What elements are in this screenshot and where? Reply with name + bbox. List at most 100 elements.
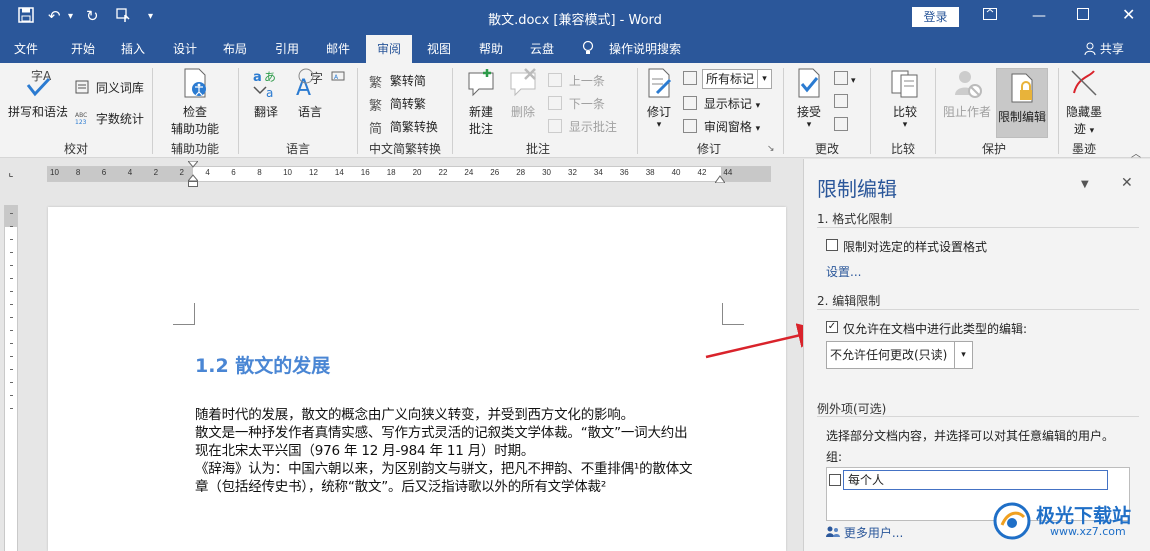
tab-help[interactable]: 帮助 (470, 35, 512, 63)
ruler-tick (10, 226, 13, 227)
tab-layout[interactable]: 布局 (214, 35, 256, 63)
language-button[interactable]: A字 语言 (290, 67, 330, 120)
paragraph-line[interactable]: 散文是一种抒发作者真情实感、写作方式灵活的记叙类文学体裁。“散文”一词大约出 (195, 421, 688, 441)
thesaurus-button[interactable]: 同义词库 (75, 79, 144, 96)
tab-cloud[interactable]: 云盘 (521, 35, 563, 63)
restrict-editing-button[interactable]: 限制编辑 (996, 68, 1048, 138)
ruler-number: 12 (309, 168, 318, 177)
simp-to-trad-icon: 繁 (369, 99, 383, 114)
tab-insert[interactable]: 插入 (112, 35, 154, 63)
chinese-convert-button[interactable]: 简 简繁转换 (369, 118, 438, 137)
reviewing-pane-button[interactable]: 审阅窗格 ▾ (683, 118, 760, 135)
accept-button[interactable]: 接受 ▾ (790, 67, 828, 130)
delete-label: 删除 (510, 105, 535, 119)
tab-view[interactable]: 视图 (418, 35, 460, 63)
format-restriction-checkbox[interactable] (826, 239, 838, 251)
word-count-button[interactable]: ABC 123 字数统计 (75, 110, 144, 127)
tab-review[interactable]: 审阅 (366, 35, 412, 63)
paragraph-line[interactable]: 《辞海》认为：中国六朝以来，为区别韵文与骈文，把凡不押韵、不重排偶¹的散体文 (195, 457, 693, 477)
group-label-changes: 更改 (814, 142, 839, 156)
block-authors-button[interactable]: 阻止作者 (941, 67, 993, 120)
group-label-language: 语言 (285, 142, 310, 156)
next-change-icon[interactable] (834, 117, 851, 132)
tab-references[interactable]: 引用 (266, 35, 308, 63)
new-comment-button[interactable]: 新建 批注 (460, 67, 502, 137)
language-extra-icon[interactable]: A (331, 69, 348, 84)
tab-design[interactable]: 设计 (164, 35, 206, 63)
editing-type-select[interactable]: 不允许任何更改(只读) ▾ (826, 341, 973, 369)
indent-marker-icon[interactable] (188, 161, 198, 187)
ruler-number: 8 (75, 168, 81, 177)
ribbon-display-icon[interactable] (983, 8, 997, 24)
next-comment-button[interactable]: 下一条 (548, 95, 605, 112)
markup-select[interactable]: 所有标记 ▾ (702, 69, 772, 89)
group-item-everyone[interactable]: 每个人 (843, 470, 1108, 490)
dialog-launcher-icon[interactable]: ↘ (767, 144, 775, 154)
previous-change-icon[interactable] (834, 94, 851, 109)
ribbon-tabs: 文件 开始 插入 设计 布局 引用 邮件 审阅 视图 帮助 云盘 操作说明搜索 … (0, 35, 1150, 63)
t2s-label: 繁转简 (389, 74, 426, 88)
trad-to-simp-button[interactable]: 繁 繁转简 (369, 72, 426, 91)
svg-text:a: a (253, 70, 262, 85)
ruler-number: 16 (360, 168, 370, 177)
track-changes-button[interactable]: 修订 ▾ (642, 67, 676, 130)
show-comments-button[interactable]: 显示批注 (548, 118, 617, 135)
check-accessibility-button[interactable]: 检查 辅助功能 (160, 67, 230, 137)
tab-home[interactable]: 开始 (62, 35, 104, 63)
tell-me-search[interactable]: 操作说明搜索 (604, 35, 686, 63)
login-button[interactable]: 登录 (912, 7, 959, 27)
tab-file[interactable]: 文件 (5, 35, 47, 63)
markup-icon (683, 71, 700, 86)
reject-button[interactable]: ▾ (834, 71, 856, 86)
close-icon[interactable]: ✕ (1122, 5, 1135, 24)
tab-mailings[interactable]: 邮件 (317, 35, 359, 63)
horizontal-ruler[interactable]: 10 8 6 4 2 2 4 6 8 10 12 14 16 18 20 22 24 26 28 30 32 34 36 38… (47, 161, 771, 187)
tab-selector-icon[interactable]: ⌞ (2, 166, 20, 182)
hide-ink-label-2: 迹 ▾ (1073, 122, 1095, 136)
track-dropdown-icon[interactable]: ▾ (642, 120, 676, 130)
collapse-ribbon-icon[interactable]: ︿ (1131, 145, 1141, 160)
previous-comment-button[interactable]: 上一条 (548, 72, 605, 89)
compare-icon (891, 70, 918, 98)
vertical-ruler[interactable] (4, 205, 18, 551)
section-heading[interactable]: 1.2 散文的发展 (195, 351, 330, 378)
translate-icon: a あa (253, 70, 276, 99)
more-users-link[interactable]: 更多用户... (826, 524, 903, 541)
svg-text:123: 123 (75, 119, 87, 125)
delete-comment-button[interactable]: 删除 (505, 67, 541, 120)
exceptions-description: 选择部分文档内容，并选择可以对其任意编辑的用户。 (826, 429, 1115, 443)
show-comments-icon (548, 119, 562, 133)
compare-button[interactable]: 比较 ▾ (884, 67, 926, 130)
share-button[interactable]: 共享 (1084, 35, 1124, 63)
group-label-ink: 墨迹 (1071, 142, 1096, 156)
paragraph-line[interactable]: 章（包括经传史书），统称“散文”。后又泛指诗歌以外的所有文学体裁² (195, 475, 606, 495)
more-users-label: 更多用户... (843, 526, 904, 540)
show-markup-button[interactable]: 显示标记 ▾ (683, 95, 760, 112)
simp-to-trad-button[interactable]: 繁 简转繁 (369, 95, 426, 114)
translate-button[interactable]: aあa 翻译 (246, 67, 286, 120)
paragraph-line[interactable]: 随着时代的发展，散文的概念由广义向狭义转变，并受到西方文化的影响。 (195, 403, 634, 423)
close-pane-icon[interactable]: ✕ (1121, 175, 1133, 191)
show-markup-label: 显示标记 (703, 97, 752, 111)
ruler-number: 18 (386, 168, 396, 177)
spell-grammar-button[interactable]: 字A 拼写和语法 (6, 67, 70, 120)
reject-icon (834, 71, 848, 85)
restrict-editing-icon (1011, 73, 1033, 103)
window-title: 散文.docx [兼容模式] - Word (488, 13, 662, 28)
chevron-down-icon: ▾ (755, 101, 761, 111)
maximize-icon[interactable] (1077, 8, 1089, 24)
pane-options-icon[interactable]: ▼ (1081, 179, 1089, 190)
everyone-checkbox[interactable] (829, 474, 841, 486)
ruler-tick (10, 213, 13, 214)
paragraph-line[interactable]: 现在北宋太平兴国（976 年 12 月-984 年 11 月）时期。 (195, 439, 534, 459)
minimize-icon[interactable]: — (1032, 8, 1046, 24)
editing-restriction-checkbox[interactable]: ✓ (826, 321, 838, 333)
block-authors-label: 阻止作者 (942, 105, 991, 119)
ruler-tick (10, 291, 13, 292)
settings-link[interactable]: 设置... (826, 263, 861, 280)
ruler-number: 26 (490, 168, 500, 177)
group-label-accessibility: 辅助功能 (170, 142, 219, 156)
s2t-label: 简转繁 (389, 97, 426, 111)
hide-ink-button[interactable]: 隐藏墨 迹 ▾ (1063, 67, 1105, 137)
document-page[interactable]: 1.2 散文的发展 随着时代的发展，散文的概念由广义向狭义转变，并受到西方文化的… (48, 207, 786, 551)
